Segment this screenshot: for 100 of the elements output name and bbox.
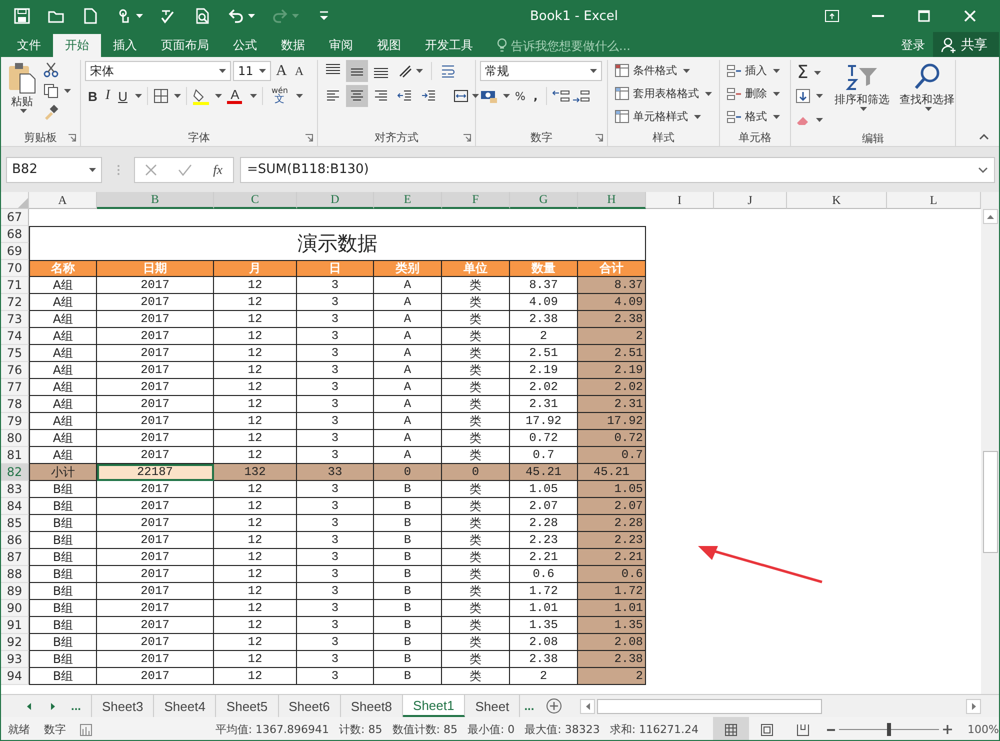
- align-middle-button[interactable]: [346, 60, 368, 82]
- row-header[interactable]: 68: [1, 226, 29, 243]
- column-header[interactable]: B: [97, 192, 214, 209]
- conditional-format-button[interactable]: 条件格式: [612, 60, 715, 81]
- scrollbar-thumb[interactable]: [982, 451, 998, 553]
- row-header[interactable]: 93: [1, 651, 29, 668]
- tell-me-field[interactable]: 告诉我您想要做什么...: [511, 38, 661, 52]
- increase-decimal-icon[interactable]: [552, 88, 570, 104]
- check-icon[interactable]: [178, 164, 192, 176]
- phonetic-button[interactable]: wén 文: [268, 85, 291, 107]
- dialog-launcher-icon[interactable]: [595, 134, 603, 142]
- bold-button[interactable]: B: [85, 85, 100, 107]
- cell-styles-button[interactable]: 单元格样式: [612, 106, 715, 127]
- shrink-font-button[interactable]: A: [292, 60, 307, 82]
- ribbon-tab[interactable]: 开发工具: [413, 34, 485, 57]
- column-header[interactable]: K: [787, 192, 887, 209]
- ribbon-tab[interactable]: 开始: [53, 34, 101, 57]
- format-as-table-button[interactable]: 套用表格格式: [612, 83, 715, 104]
- percent-button[interactable]: %: [512, 85, 528, 107]
- row-header[interactable]: 91: [1, 617, 29, 634]
- ribbon-tab[interactable]: 插入: [101, 34, 149, 57]
- ribbon-tab[interactable]: 页面布局: [149, 34, 221, 57]
- formula-field[interactable]: =SUM(B118:B130): [240, 156, 995, 182]
- normal-view-button[interactable]: [712, 717, 749, 740]
- number-format-dropdown[interactable]: 常规: [480, 61, 602, 81]
- row-header[interactable]: 90: [1, 600, 29, 617]
- row-header[interactable]: 86: [1, 532, 29, 549]
- scrollbar-thumb[interactable]: [597, 698, 822, 714]
- align-center-button[interactable]: [346, 85, 368, 107]
- insert-cells-button[interactable]: 插入: [724, 60, 786, 81]
- ribbon-tab[interactable]: 文件: [5, 34, 53, 57]
- row-header[interactable]: 82: [1, 464, 29, 481]
- cut-icon[interactable]: [43, 62, 59, 78]
- format-cells-button[interactable]: 格式: [724, 106, 786, 127]
- borders-icon[interactable]: [153, 88, 170, 104]
- row-header[interactable]: 84: [1, 498, 29, 515]
- add-sheet-icon[interactable]: [546, 698, 562, 714]
- ribbon-tab[interactable]: 审阅: [317, 34, 365, 57]
- zoom-level[interactable]: 100%: [968, 723, 999, 736]
- delete-cells-button[interactable]: 删除: [724, 83, 786, 104]
- comma-style-button[interactable]: ,: [530, 85, 541, 107]
- grow-font-button[interactable]: A: [273, 60, 290, 82]
- italic-button[interactable]: I: [102, 85, 114, 107]
- decrease-decimal-icon[interactable]: [572, 88, 590, 104]
- row-header[interactable]: 74: [1, 328, 29, 345]
- row-header[interactable]: 77: [1, 379, 29, 396]
- row-header[interactable]: 78: [1, 396, 29, 413]
- zoom-in-icon[interactable]: [942, 725, 952, 734]
- more-sheets-button[interactable]: ...: [520, 695, 538, 717]
- column-header[interactable]: E: [374, 192, 442, 209]
- autosum-button[interactable]: Σ: [795, 62, 824, 83]
- find-select-button[interactable]: 查找和选择: [896, 60, 958, 131]
- column-header[interactable]: I: [646, 192, 714, 209]
- column-header[interactable]: A: [29, 192, 97, 209]
- row-header[interactable]: 92: [1, 634, 29, 651]
- row-header[interactable]: 76: [1, 362, 29, 379]
- sheet-tab[interactable]: Sheet1: [403, 695, 466, 717]
- row-header[interactable]: 72: [1, 294, 29, 311]
- column-header[interactable]: D: [297, 192, 374, 209]
- slider-thumb[interactable]: [886, 723, 891, 736]
- column-header[interactable]: C: [214, 192, 297, 209]
- row-header[interactable]: 83: [1, 481, 29, 498]
- currency-format-icon[interactable]: [480, 88, 498, 104]
- underline-button[interactable]: U: [115, 85, 130, 107]
- scroll-up-button[interactable]: [982, 209, 998, 224]
- ribbon-tab[interactable]: 视图: [365, 34, 413, 57]
- copy-icon[interactable]: [43, 83, 59, 99]
- insert-function-button[interactable]: fx: [213, 162, 223, 178]
- ribbon-tab[interactable]: 数据: [269, 34, 317, 57]
- row-header[interactable]: 87: [1, 549, 29, 566]
- row-header[interactable]: 71: [1, 277, 29, 294]
- row-header[interactable]: 80: [1, 430, 29, 447]
- paste-button[interactable]: 粘贴: [5, 60, 39, 128]
- share-button[interactable]: 共享: [933, 32, 999, 57]
- column-header[interactable]: G: [510, 192, 578, 209]
- row-header[interactable]: 69: [1, 243, 29, 260]
- scroll-right-button[interactable]: [966, 698, 981, 714]
- row-header[interactable]: 79: [1, 413, 29, 430]
- row-header[interactable]: 75: [1, 345, 29, 362]
- column-header[interactable]: F: [442, 192, 510, 209]
- sign-in-link[interactable]: 登录: [893, 34, 933, 57]
- font-size-dropdown[interactable]: 11: [233, 61, 271, 81]
- dialog-launcher-icon[interactable]: [68, 134, 76, 142]
- font-color-button[interactable]: A: [224, 85, 246, 107]
- next-sheet-icon[interactable]: [51, 702, 55, 710]
- scroll-left-button[interactable]: [580, 698, 596, 714]
- fill-color-icon[interactable]: [192, 87, 210, 105]
- dialog-launcher-icon[interactable]: [463, 134, 471, 142]
- row-header[interactable]: 94: [1, 668, 29, 685]
- column-header[interactable]: J: [714, 192, 787, 209]
- row-header[interactable]: 85: [1, 515, 29, 532]
- sort-filter-button[interactable]: 排序和筛选: [831, 60, 892, 131]
- fill-down-icon[interactable]: [795, 88, 811, 104]
- row-header[interactable]: 70: [1, 260, 29, 277]
- row-header[interactable]: 88: [1, 566, 29, 583]
- column-header[interactable]: H: [578, 192, 646, 209]
- name-box[interactable]: B82: [6, 156, 102, 182]
- collapse-ribbon-icon[interactable]: [979, 134, 989, 140]
- format-painter-icon[interactable]: [43, 104, 59, 120]
- row-header[interactable]: 67: [1, 209, 29, 226]
